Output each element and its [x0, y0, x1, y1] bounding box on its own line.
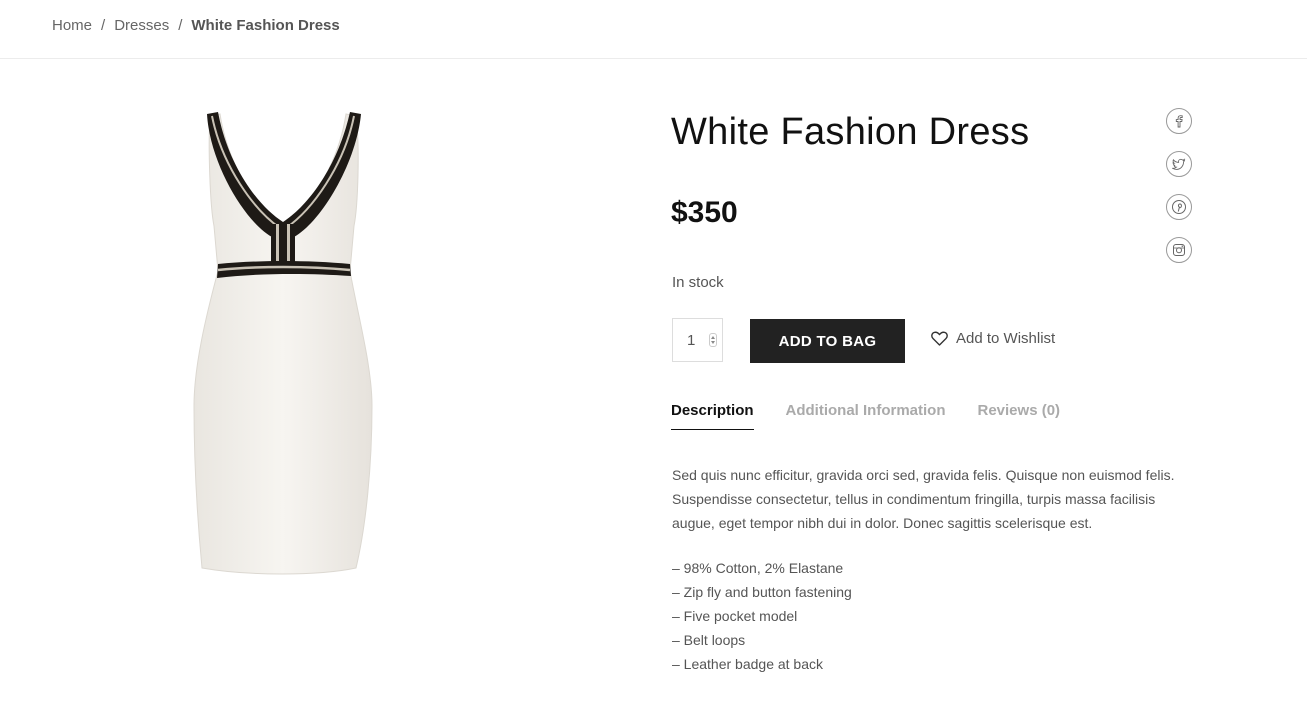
quantity-spinner[interactable]: [709, 333, 717, 347]
feature-item: – Belt loops: [672, 632, 746, 648]
pinterest-icon[interactable]: [1166, 194, 1192, 220]
feature-item: – Five pocket model: [672, 608, 798, 624]
breadcrumb-home-link[interactable]: Home: [52, 17, 92, 34]
feature-item: – 98% Cotton, 2% Elastane: [672, 560, 844, 576]
stock-status: In stock: [672, 274, 724, 291]
heart-icon: [931, 331, 948, 346]
tab-description[interactable]: Description: [671, 402, 754, 430]
breadcrumb-bar: Home / Dresses / White Fashion Dress: [0, 0, 1307, 59]
feature-list: – 98% Cotton, 2% Elastane – Zip fly and …: [672, 556, 852, 676]
feature-item: – Zip fly and button fastening: [672, 584, 852, 600]
product-image[interactable]: [188, 106, 378, 576]
add-to-wishlist-link[interactable]: Add to Wishlist: [931, 330, 1055, 347]
feature-item: – Leather badge at back: [672, 656, 824, 672]
product-tabs: Description Additional Information Revie…: [671, 402, 1092, 430]
tab-additional-information[interactable]: Additional Information: [786, 402, 946, 430]
quantity-stepper[interactable]: 1: [672, 318, 723, 362]
breadcrumb: Home / Dresses / White Fashion Dress: [52, 17, 340, 34]
wishlist-label: Add to Wishlist: [956, 330, 1056, 347]
tab-reviews[interactable]: Reviews (0): [978, 402, 1061, 430]
breadcrumb-separator: /: [178, 17, 183, 34]
quantity-value[interactable]: 1: [687, 332, 695, 349]
add-to-bag-button[interactable]: ADD TO BAG: [750, 319, 905, 363]
product-title: White Fashion Dress: [671, 111, 1030, 153]
breadcrumb-category-link[interactable]: Dresses: [114, 17, 169, 34]
breadcrumb-separator: /: [101, 17, 106, 34]
decrement-icon[interactable]: [711, 341, 715, 344]
increment-icon[interactable]: [711, 336, 715, 339]
facebook-icon[interactable]: [1166, 108, 1192, 134]
instagram-icon[interactable]: [1166, 237, 1192, 263]
social-share: [1166, 108, 1192, 280]
breadcrumb-current: White Fashion Dress: [191, 17, 340, 34]
product-price: $350: [671, 196, 738, 229]
product-description: Sed quis nunc efficitur, gravida orci se…: [672, 467, 1175, 531]
twitter-icon[interactable]: [1166, 151, 1192, 177]
